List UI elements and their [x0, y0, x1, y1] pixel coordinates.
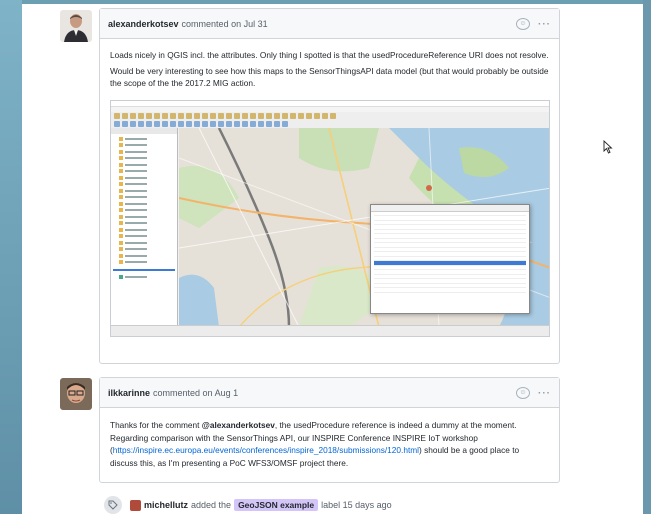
comment-body: Loads nicely in QGIS incl. the attribute… — [100, 39, 559, 347]
comment-author[interactable]: ilkkarinne — [108, 388, 150, 398]
background-right — [643, 0, 651, 514]
kebab-icon[interactable]: ··· — [538, 388, 551, 399]
qgis-statusbar — [111, 324, 549, 336]
qgis-screenshot-image[interactable] — [110, 99, 550, 337]
comment-paragraph: Would be very interesting to see how thi… — [110, 65, 549, 89]
comment-paragraph: Thanks for the comment @alexanderkotsev,… — [110, 420, 520, 468]
comment-alexanderkotsev: alexanderkotsev commented on Jul 31 ☺ ··… — [99, 8, 560, 364]
event-actor[interactable]: michellutz — [144, 500, 188, 510]
smiley-icon[interactable]: ☺ — [516, 387, 530, 399]
event-action: added the — [191, 500, 232, 510]
discussion-timeline: alexanderkotsev commented on Jul 31 ☺ ··… — [22, 4, 643, 514]
comment-header: ilkkarinne commented on Aug 1 ☺ ··· — [100, 378, 559, 408]
event-time: label 15 days ago — [321, 500, 392, 510]
comment-author[interactable]: alexanderkotsev — [108, 19, 179, 29]
label-added-event: michellutz added the GeoJSON example lab… — [104, 496, 392, 514]
smiley-icon[interactable]: ☺ — [516, 18, 530, 30]
comment-header: alexanderkotsev commented on Jul 31 ☺ ··… — [100, 9, 559, 39]
qgis-toolbar — [111, 111, 549, 120]
avatar-ilkkarinne[interactable] — [60, 378, 92, 410]
kebab-icon[interactable]: ··· — [538, 19, 551, 30]
comment-actions: ☺ ··· — [516, 387, 551, 399]
qgis-layers-panel — [111, 127, 178, 327]
avatar-alexanderkotsev[interactable] — [60, 10, 92, 42]
avatar-michellutz[interactable] — [130, 499, 141, 511]
pointer-icon — [603, 140, 613, 154]
comment-ilkkarinne: ilkkarinne commented on Aug 1 ☺ ··· Than… — [99, 377, 560, 483]
qgis-toolbar — [111, 119, 549, 128]
submission-link[interactable]: https://inspire.ec.europa.eu/events/conf… — [113, 445, 419, 455]
qgis-attributes-dialog — [370, 203, 530, 314]
comment-body: Thanks for the comment @alexanderkotsev,… — [100, 408, 559, 482]
comment-paragraph: Loads nicely in QGIS incl. the attribute… — [110, 50, 549, 60]
comment-actions: ☺ ··· — [516, 18, 551, 30]
comment-timestamp[interactable]: commented on Jul 31 — [182, 19, 268, 29]
label-badge[interactable]: GeoJSON example — [234, 499, 319, 511]
comment-timestamp[interactable]: commented on Aug 1 — [153, 388, 238, 398]
background-left — [0, 0, 22, 514]
user-mention[interactable]: @alexanderkotsev — [202, 420, 275, 430]
tag-icon — [104, 496, 122, 514]
